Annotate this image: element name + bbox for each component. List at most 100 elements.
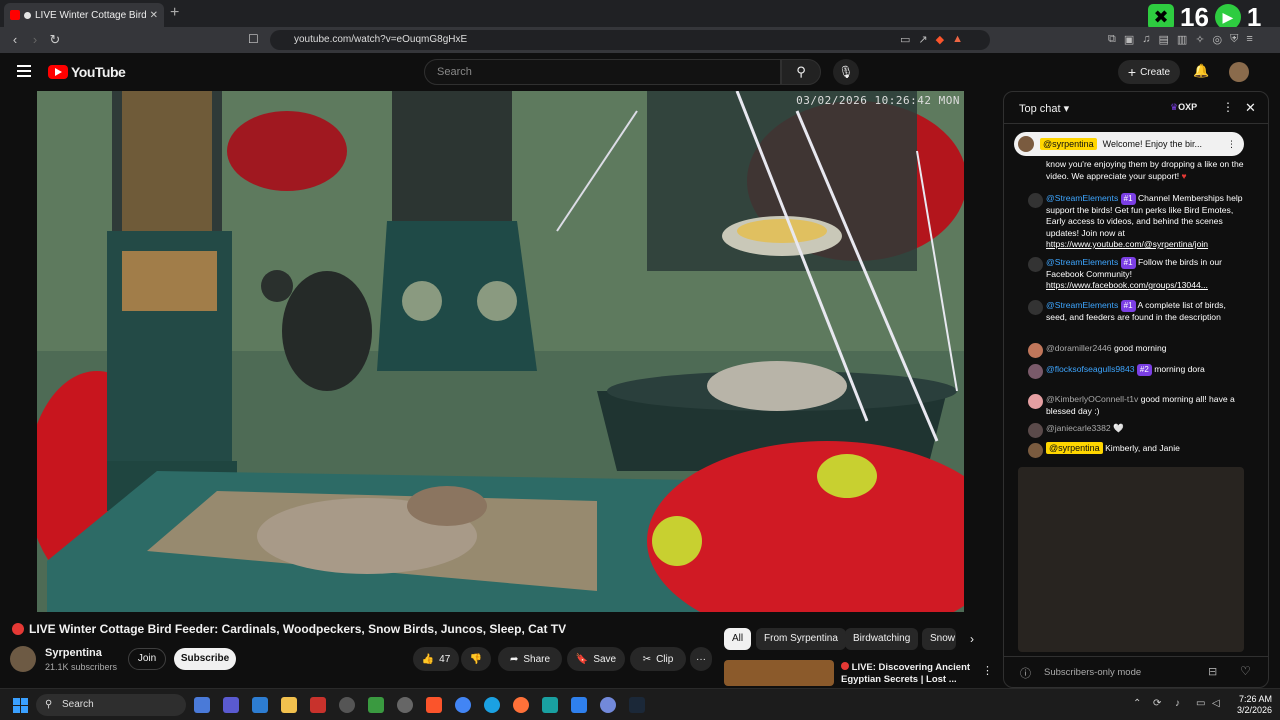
vpn-icon[interactable]: ◎: [1213, 33, 1223, 46]
pinned-menu-icon[interactable]: ⋮: [1227, 139, 1236, 150]
oxp-badge[interactable]: ♛OXP: [1170, 102, 1197, 113]
sidebar-icon[interactable]: ▤: [1159, 33, 1169, 46]
app-icon[interactable]: [223, 697, 239, 713]
discord-icon[interactable]: [600, 697, 616, 713]
shield-icon[interactable]: ⛨: [1230, 33, 1238, 46]
chat-author[interactable]: @StreamElements: [1046, 193, 1118, 203]
chat-author[interactable]: @StreamElements: [1046, 300, 1118, 310]
chat-author[interactable]: @StreamElements: [1046, 257, 1118, 267]
system-clock[interactable]: 7:26 AM 3/2/2026: [1228, 694, 1272, 716]
file-explorer-icon[interactable]: [281, 697, 297, 713]
tab-close-icon[interactable]: ✕: [150, 10, 158, 21]
volume-icon[interactable]: ◁: [1212, 698, 1220, 709]
pinned-message[interactable]: @syrpentina Welcome! Enjoy the bir... ⋮: [1014, 132, 1244, 156]
youtube-logo[interactable]: YouTube: [48, 64, 126, 80]
brave-browser-icon[interactable]: [426, 697, 442, 713]
chip-snow[interactable]: Snow: [922, 628, 956, 650]
share-icon[interactable]: ↗: [918, 33, 927, 46]
chat-close-icon[interactable]: ✕: [1245, 100, 1256, 116]
chat-author[interactable]: @janiecarle3382: [1046, 423, 1111, 433]
clip-label: Clip: [656, 653, 674, 665]
top-chat-dropdown[interactable]: Top chat ▾: [1019, 102, 1069, 115]
app-icon[interactable]: [368, 697, 384, 713]
extensions-icon[interactable]: ⧉: [1108, 33, 1116, 46]
like-button[interactable]: 👍 47: [413, 647, 459, 671]
search-button[interactable]: ⚲: [781, 59, 821, 85]
chips-next-icon[interactable]: ›: [970, 632, 974, 646]
app-icon[interactable]: [252, 697, 268, 713]
super-chat-icon[interactable]: ⊟: [1208, 665, 1217, 678]
dislike-button[interactable]: 👎: [461, 647, 491, 671]
share-button[interactable]: ➦ Share: [498, 647, 562, 671]
brave-shield-icon[interactable]: ◆: [936, 33, 944, 46]
hamburger-menu-icon[interactable]: [17, 65, 31, 80]
video-player[interactable]: 03/02/2026 10:26:42 MON: [37, 91, 964, 612]
join-button[interactable]: Join: [128, 648, 166, 670]
voice-search-button[interactable]: 🎙: [833, 59, 859, 85]
edge-icon[interactable]: [484, 697, 500, 713]
more-actions-button[interactable]: ···: [690, 647, 712, 671]
chat-link[interactable]: https://www.youtube.com/@syrpentina/join: [1046, 239, 1208, 249]
browser-tab[interactable]: LIVE Winter Cottage Bird F ✕: [4, 3, 164, 27]
chip-birdwatching[interactable]: Birdwatching: [845, 628, 919, 650]
tray-icon[interactable]: ⟳: [1153, 698, 1161, 709]
windows-start-icon[interactable]: [13, 698, 28, 713]
app-icon[interactable]: [397, 697, 413, 713]
chip-all[interactable]: All: [724, 628, 752, 650]
reload-icon[interactable]: ↻: [45, 32, 65, 48]
create-button[interactable]: + Create: [1118, 60, 1180, 84]
new-tab-button[interactable]: +: [170, 4, 179, 22]
recommendation-thumbnail[interactable]: [724, 660, 834, 686]
audio-icon[interactable]: [24, 11, 31, 19]
youtube-header: YouTube Search ⚲ 🎙 + Create 🔔: [0, 53, 1280, 91]
firefox-icon[interactable]: [513, 697, 529, 713]
network-icon[interactable]: ▭: [1196, 698, 1205, 709]
wallet-icon[interactable]: ▥: [1177, 33, 1187, 46]
save-button[interactable]: 🔖 Save: [567, 647, 625, 671]
pinned-author: @syrpentina: [1040, 138, 1097, 150]
steam-icon[interactable]: [629, 697, 645, 713]
leo-icon[interactable]: ✧: [1195, 33, 1204, 46]
notifications-bell-icon[interactable]: 🔔: [1193, 63, 1209, 79]
recommendation-title[interactable]: LIVE: Discovering Ancient Egyptian Secre…: [841, 662, 971, 686]
install-icon[interactable]: ▭: [900, 33, 910, 46]
chat-more-icon[interactable]: ⋮: [1222, 100, 1234, 114]
brave-rewards-icon[interactable]: ▲: [952, 33, 963, 46]
recommendation-menu-icon[interactable]: ⋮: [982, 664, 993, 677]
clip-button[interactable]: ✂ Clip: [630, 647, 686, 671]
chat-link[interactable]: https://www.facebook.com/groups/13044...: [1046, 280, 1208, 290]
chip-from-syrpentina[interactable]: From Syrpentina: [756, 628, 846, 650]
member-badge: #1: [1120, 300, 1136, 312]
vscode-icon[interactable]: [571, 697, 587, 713]
subscribe-button[interactable]: Subscribe: [174, 648, 236, 670]
back-icon[interactable]: ‹: [5, 32, 25, 47]
channel-avatar[interactable]: [10, 646, 36, 672]
taskbar-search[interactable]: ⚲ Search: [36, 694, 186, 716]
forward-icon[interactable]: ›: [25, 32, 45, 47]
app-icon[interactable]: [542, 697, 558, 713]
chat-author[interactable]: @syrpentina: [1046, 442, 1103, 454]
app-icon[interactable]: [310, 697, 326, 713]
chat-author[interactable]: @doramiller2446: [1046, 343, 1112, 353]
channel-name[interactable]: Syrpentina: [45, 647, 102, 659]
chrome-icon[interactable]: [455, 697, 471, 713]
info-icon[interactable]: ⓘ: [1020, 665, 1031, 681]
mic-tray-icon[interactable]: ♪: [1175, 698, 1180, 709]
address-bar[interactable]: youtube.com/watch?v=eOuqmG8gHxE: [270, 30, 990, 50]
search-input[interactable]: Search: [424, 59, 781, 85]
app-icon[interactable]: [339, 697, 355, 713]
tray-expand-icon[interactable]: ⌃: [1133, 698, 1141, 709]
chat-author[interactable]: @KimberlyOConnell-t1v: [1046, 394, 1138, 404]
oxp-label: OXP: [1178, 102, 1198, 112]
user-avatar[interactable]: [1229, 62, 1249, 82]
chat-author[interactable]: @flocksofseagulls9843: [1046, 364, 1135, 374]
music-icon[interactable]: ♫: [1142, 33, 1150, 46]
logo-text: YouTube: [71, 64, 126, 80]
screenshot-icon[interactable]: ▣: [1124, 33, 1134, 46]
address-bar-actions: ▭ ↗ ◆ ▲: [900, 33, 963, 46]
like-heart-icon[interactable]: ♡: [1240, 664, 1251, 678]
menu-icon[interactable]: ≡: [1246, 33, 1252, 46]
bookmark-icon[interactable]: ☐: [248, 32, 259, 46]
task-view-icon[interactable]: [194, 697, 210, 713]
scissors-icon: ✂: [642, 653, 652, 665]
